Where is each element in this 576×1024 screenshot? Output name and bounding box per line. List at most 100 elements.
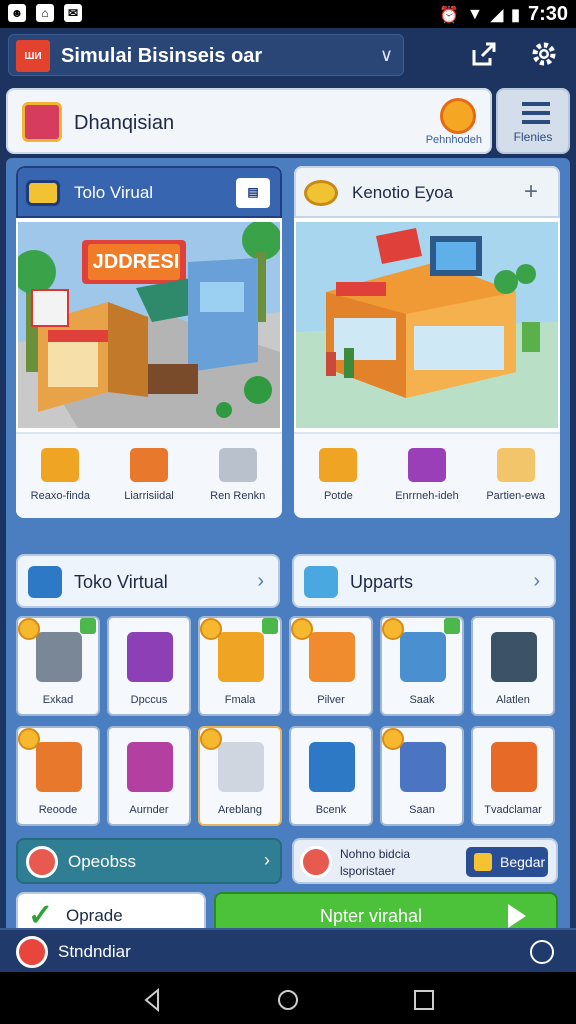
box-icon (319, 448, 358, 482)
check-badge-icon (262, 618, 278, 634)
panel-header: Tolo Virual ▤ (16, 166, 282, 218)
upgrade-label: Oprade (66, 906, 123, 925)
item-label: Reaxo-finda (30, 490, 90, 502)
bar-title: Toko Virtual (74, 572, 168, 592)
footer-bar: Stndndiar (0, 928, 576, 972)
shop-sign-text: JDDRESI (93, 251, 180, 273)
item-card[interactable]: Pilver (289, 616, 373, 716)
gear-icon (532, 42, 556, 66)
list-item[interactable]: Enrrneh-ideh (383, 434, 472, 518)
shop-bag-icon (22, 102, 62, 142)
home-icon[interactable] (276, 988, 300, 1012)
item-card[interactable]: Saak (380, 616, 464, 716)
item-label: Pilver (317, 694, 345, 706)
coin-badge-icon (200, 618, 222, 640)
item-icon (491, 742, 537, 792)
mail-notification-icon: ✉ (64, 4, 82, 22)
chevron-right-icon: › (257, 570, 264, 592)
item-card[interactable]: Saan (380, 726, 464, 826)
item-label: Saak (409, 694, 435, 706)
bar-title: Upparts (350, 572, 414, 592)
app-title: Simulai Bisinseis oar (61, 45, 263, 67)
coin-badge-icon (18, 618, 40, 640)
item-card[interactable]: Tvadclamar (471, 726, 555, 826)
item-icon (36, 632, 82, 682)
panel-title: Kenotio Eyoa (352, 183, 454, 202)
coin-label: Pehnhodeh (425, 134, 482, 146)
menu-button[interactable]: Flenies (496, 88, 570, 154)
share-button[interactable] (464, 34, 504, 74)
panel-title: Tolo Virual (74, 183, 154, 202)
item-label: Liarrisiidal (124, 490, 174, 502)
item-card[interactable]: Fmala (198, 616, 282, 716)
item-card[interactable]: Areblang (198, 726, 282, 826)
system-nav-bar (0, 972, 576, 1024)
panel-action-button[interactable]: ▤ (236, 178, 270, 208)
store-icon (26, 180, 60, 206)
list-item[interactable]: Liarrisiidal (105, 434, 194, 518)
item-label: Partien-ewa (486, 490, 546, 502)
item-card[interactable]: Exkad (16, 616, 100, 716)
settings-button[interactable] (524, 34, 564, 74)
basket-icon (304, 566, 338, 598)
panel-items: Reaxo-finda Liarrisiidal Ren Renkn (16, 432, 282, 518)
item-label: Exkad (42, 694, 74, 706)
item-label: Bcenk (315, 804, 347, 816)
list-item[interactable]: Potde (294, 434, 383, 518)
upgrades-bar[interactable]: Upparts › (292, 554, 556, 608)
item-card[interactable]: Alatlen (471, 616, 555, 716)
item-label: Enrrneh-ideh (395, 490, 459, 502)
business-selector[interactable]: ШИ Simulai Bisinseis oar ∨ (8, 34, 404, 76)
battery-icon: ▮ (511, 6, 520, 24)
standard-icon (16, 936, 48, 968)
operations-icon (26, 846, 58, 878)
menu-label: Flenies (513, 130, 553, 144)
item-card[interactable]: Bcenk (289, 726, 373, 826)
recents-icon[interactable] (412, 988, 436, 1012)
main-board: Tolo Virual ▤ JDDRESI Reaxo-finda Liarri… (6, 158, 570, 950)
hamburger-icon (522, 102, 550, 124)
item-label: Ren Renkn (210, 490, 266, 502)
coin-badge-icon (382, 618, 404, 640)
back-icon[interactable] (140, 988, 164, 1012)
clock: 7:30 (527, 3, 568, 25)
coin-stack-icon (304, 180, 338, 206)
item-label: Aurnder (129, 804, 169, 816)
notification-icon: ☻ (8, 4, 26, 22)
check-badge-icon (444, 618, 460, 634)
wifi-icon: ▼ (467, 5, 483, 23)
promo-text: Nohno bidcia lsporistaer (340, 847, 411, 878)
play-icon (508, 904, 526, 928)
add-button[interactable]: + (514, 178, 548, 208)
operations-label: Opeobss (68, 852, 137, 871)
timer-icon[interactable] (530, 940, 554, 964)
promo-icon (300, 846, 332, 878)
chevron-right-icon: › (264, 850, 270, 870)
list-item[interactable]: Ren Renkn (193, 434, 282, 518)
chevron-down-icon: ∨ (379, 45, 393, 65)
play-label: Npter virahal (320, 906, 423, 926)
promo-button[interactable]: Begdar (466, 847, 548, 877)
item-card[interactable]: Dpccus (107, 616, 191, 716)
item-label: Tvadclamar (484, 804, 542, 816)
item-card[interactable]: Reoode (16, 726, 100, 826)
list-item[interactable]: Partien-ewa (471, 434, 560, 518)
operations-button[interactable]: Opeobss › (16, 838, 282, 884)
shop-panel-store[interactable]: Kenotio Eyoa + Potde Enrrneh-ideh Partie… (294, 166, 560, 518)
item-label: Reoode (38, 804, 78, 816)
list-item[interactable]: Reaxo-finda (16, 434, 105, 518)
game-screen: ШИ Simulai Bisinseis oar ∨ Dhanqisian Pe… (0, 28, 576, 972)
shop-scene-illustration: JDDRESI (18, 222, 280, 428)
logo-icon: ШИ (16, 40, 50, 72)
signal-icon: ◢ (490, 6, 504, 24)
toko-virtual-bar[interactable]: Toko Virtual › (16, 554, 280, 608)
coin-badge-icon (382, 728, 404, 750)
shop-panel-virtual[interactable]: Tolo Virual ▤ JDDRESI Reaxo-finda Liarri… (16, 166, 282, 518)
item-icon (400, 742, 446, 792)
item-icon (309, 632, 355, 682)
item-label: Fmala (224, 694, 256, 706)
panel-header: Kenotio Eyoa + (294, 166, 560, 218)
item-card[interactable]: Aurnder (107, 726, 191, 826)
item-icon (218, 742, 264, 792)
coin-icon[interactable] (440, 98, 476, 134)
